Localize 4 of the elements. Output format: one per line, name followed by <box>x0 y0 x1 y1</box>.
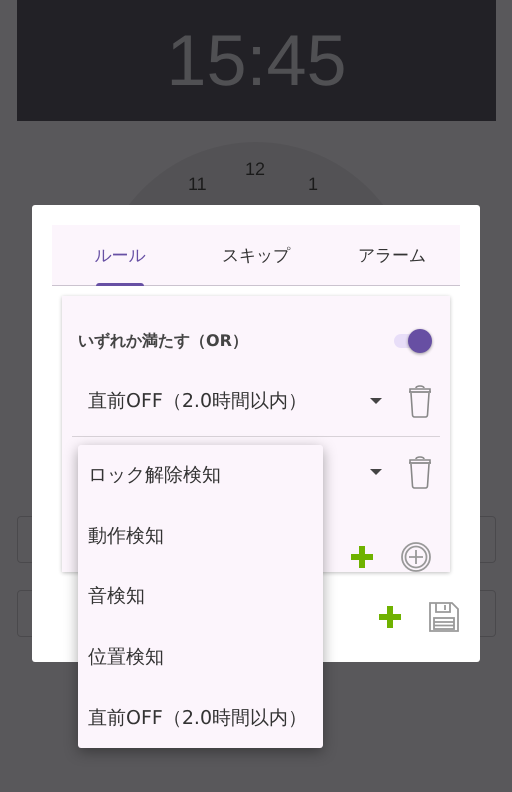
dial-number: 11 <box>188 174 207 195</box>
dial-number: 1 <box>308 174 318 195</box>
match-any-label: いずれか満たす（OR） <box>78 330 248 352</box>
dial-number: 12 <box>245 159 266 180</box>
